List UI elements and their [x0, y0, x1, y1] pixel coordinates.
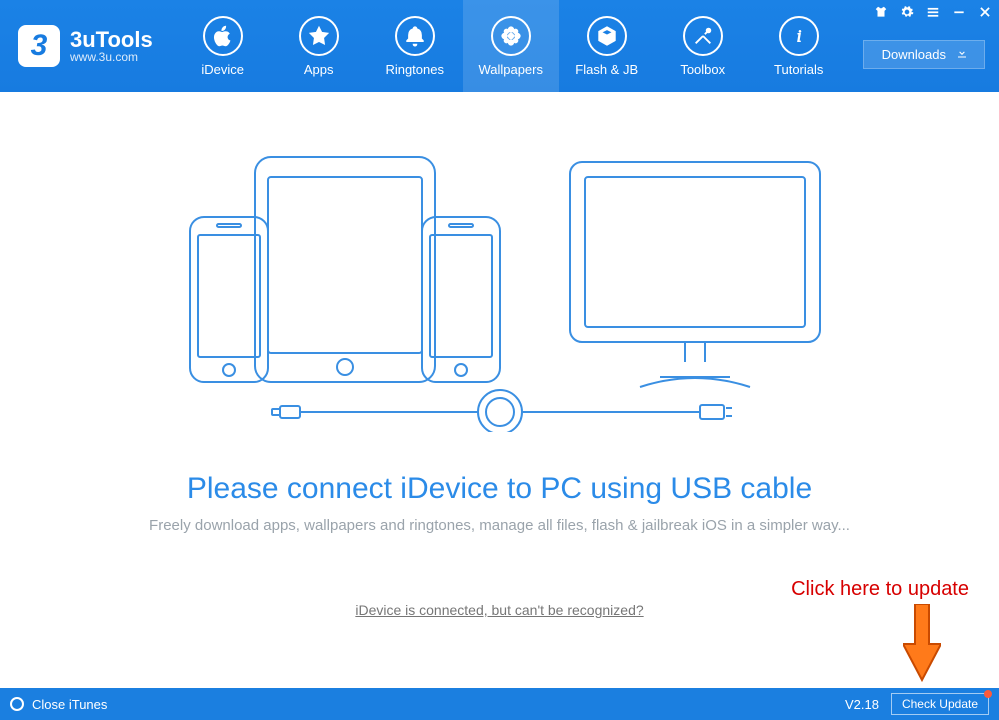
tab-label: Wallpapers	[478, 62, 543, 77]
annotation-text: Click here to update	[791, 578, 969, 601]
connect-subline: Freely download apps, wallpapers and rin…	[0, 517, 999, 534]
circle-icon	[10, 697, 24, 711]
version-label: V2.18	[845, 697, 879, 712]
minimize-icon[interactable]	[951, 4, 967, 20]
app-window: 3 3uTools www.3u.com iDevice Apps	[0, 0, 999, 720]
apple-icon	[203, 16, 243, 56]
main-tabs: iDevice Apps Ringtones Wallpapers	[175, 0, 847, 92]
annotation-arrow-icon	[903, 604, 941, 674]
brand-logo-icon: 3	[18, 25, 60, 67]
tab-ringtones[interactable]: Ringtones	[367, 0, 463, 92]
status-bar: Close iTunes V2.18 Check Update	[0, 688, 999, 720]
help-link-wrap: iDevice is connected, but can't be recog…	[0, 602, 999, 620]
connect-headline: Please connect iDevice to PC using USB c…	[0, 472, 999, 506]
tab-label: Flash & JB	[575, 62, 638, 77]
brand-subtitle: www.3u.com	[70, 51, 153, 64]
window-controls	[873, 4, 993, 20]
brand-text: 3uTools www.3u.com	[70, 28, 153, 64]
tab-label: Toolbox	[680, 62, 725, 77]
update-dot-icon	[984, 690, 992, 698]
tab-wallpapers[interactable]: Wallpapers	[463, 0, 559, 92]
skin-icon[interactable]	[873, 4, 889, 20]
connect-illustration	[0, 132, 999, 432]
box-icon	[587, 16, 627, 56]
tab-label: iDevice	[201, 62, 244, 77]
settings-icon[interactable]	[899, 4, 915, 20]
apps-icon	[299, 16, 339, 56]
check-update-label: Check Update	[902, 697, 978, 711]
status-right: V2.18 Check Update	[845, 693, 989, 715]
download-icon	[956, 47, 968, 62]
svg-text:i: i	[796, 26, 801, 45]
tools-icon	[683, 16, 723, 56]
brand-title: 3uTools	[70, 28, 153, 51]
flower-icon	[491, 16, 531, 56]
tab-label: Tutorials	[774, 62, 823, 77]
titlebar: 3 3uTools www.3u.com iDevice Apps	[0, 0, 999, 92]
close-itunes-label: Close iTunes	[32, 697, 107, 712]
downloads-button[interactable]: Downloads	[863, 40, 985, 69]
bell-icon	[395, 16, 435, 56]
main-panel: Please connect iDevice to PC using USB c…	[0, 92, 999, 688]
tab-flash-jb[interactable]: Flash & JB	[559, 0, 655, 92]
info-icon: i	[779, 16, 819, 56]
tab-label: Ringtones	[385, 62, 444, 77]
device-not-recognized-link[interactable]: iDevice is connected, but can't be recog…	[355, 602, 643, 618]
close-icon[interactable]	[977, 4, 993, 20]
check-update-button[interactable]: Check Update	[891, 693, 989, 715]
tab-apps[interactable]: Apps	[271, 0, 367, 92]
close-itunes-button[interactable]: Close iTunes	[10, 697, 107, 712]
tab-toolbox[interactable]: Toolbox	[655, 0, 751, 92]
tab-tutorials[interactable]: i Tutorials	[751, 0, 847, 92]
tab-label: Apps	[304, 62, 334, 77]
brand: 3 3uTools www.3u.com	[0, 0, 175, 92]
menu-icon[interactable]	[925, 4, 941, 20]
downloads-label: Downloads	[882, 47, 946, 62]
tab-idevice[interactable]: iDevice	[175, 0, 271, 92]
